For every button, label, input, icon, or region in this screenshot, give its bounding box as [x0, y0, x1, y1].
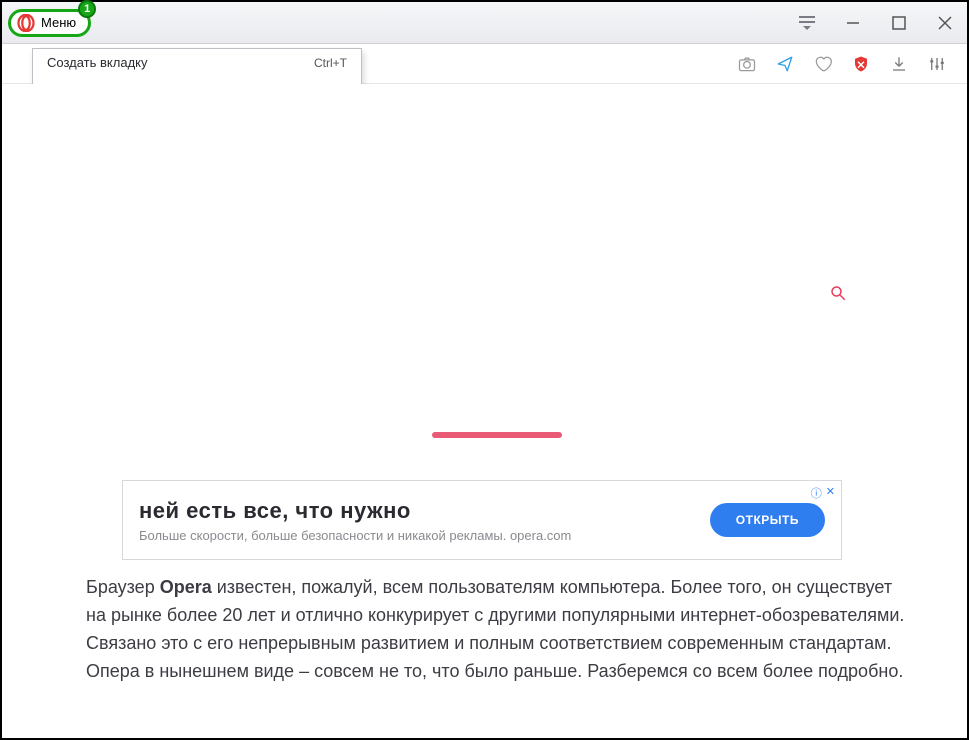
menu-button-label: Меню	[41, 15, 76, 30]
close-button[interactable]	[933, 11, 957, 35]
ad-close-icon[interactable]: ✕	[826, 485, 835, 501]
titlebar: Меню 1	[2, 2, 967, 44]
minimize-icon	[846, 16, 860, 30]
minimize-button[interactable]	[841, 11, 865, 35]
send-button[interactable]	[775, 54, 795, 74]
callout-badge-1: 1	[78, 0, 96, 18]
ad-open-button[interactable]: ОТКРЫТЬ	[710, 503, 825, 537]
advertisement-banner[interactable]: ней есть все, что нужно Больше скорости,…	[122, 480, 842, 560]
download-icon	[890, 55, 908, 73]
sidebar-toggle-button[interactable]	[795, 11, 819, 35]
shield-icon	[852, 54, 870, 74]
snapshot-button[interactable]	[737, 54, 757, 74]
search-icon[interactable]	[829, 284, 847, 302]
close-icon	[938, 16, 952, 30]
sidebar-toggle-icon	[799, 16, 815, 30]
page-viewport: ней есть все, что нужно Больше скорости,…	[2, 84, 967, 738]
heart-icon	[813, 54, 833, 74]
maximize-icon	[892, 16, 906, 30]
opera-menu-button[interactable]: Меню 1	[8, 9, 91, 37]
camera-icon	[737, 54, 757, 74]
article-text: Браузер Opera известен, пожалуй, всем по…	[86, 574, 907, 686]
ad-info-icon[interactable]: ⓘ	[811, 485, 822, 501]
ad-subtitle: Больше скорости, больше безопасности и н…	[139, 528, 710, 543]
maximize-button[interactable]	[887, 11, 911, 35]
sliders-icon	[928, 55, 946, 73]
divider-accent	[432, 432, 562, 438]
easy-setup-button[interactable]	[927, 54, 947, 74]
opera-icon	[17, 14, 35, 32]
ad-controls: ⓘ ✕	[811, 485, 835, 501]
menu-item-new-tab[interactable]: Создать вкладкуCtrl+T	[33, 49, 361, 76]
favorite-button[interactable]	[813, 54, 833, 74]
ad-headline: ней есть все, что нужно	[139, 498, 710, 524]
window-frame: Меню 1 Создать вкладкуCtrl+T Создать окн…	[0, 0, 969, 740]
adblock-button[interactable]	[851, 54, 871, 74]
downloads-button[interactable]	[889, 54, 909, 74]
send-icon	[776, 55, 794, 73]
